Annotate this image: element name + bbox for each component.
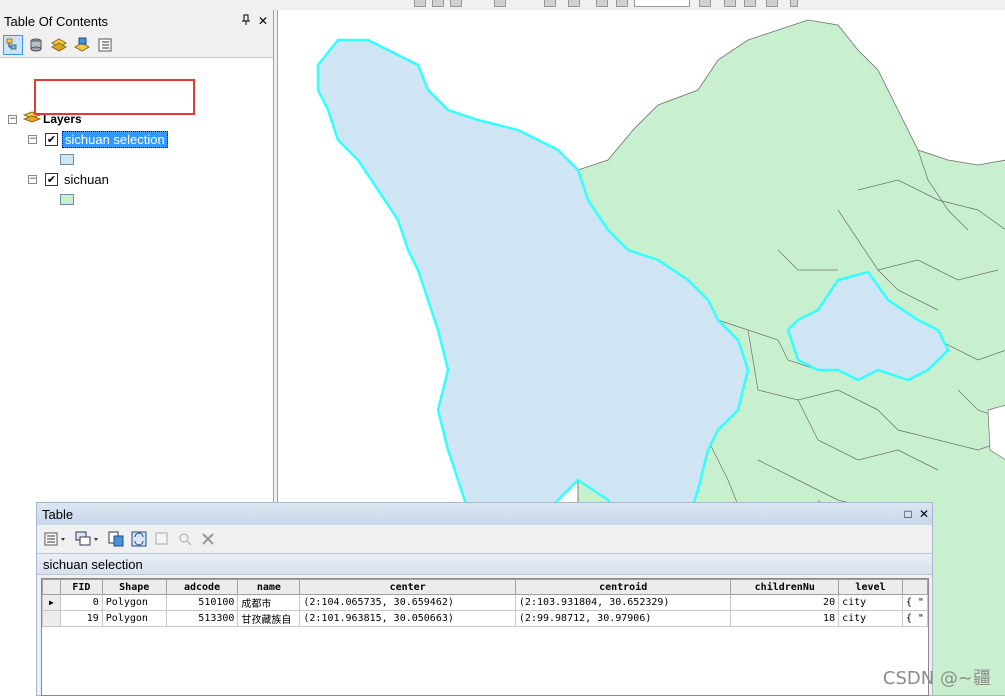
cell-level[interactable]: city bbox=[838, 594, 903, 611]
attribute-table: FID Shape adcode name center centroid ch… bbox=[42, 579, 928, 627]
toolbar-button[interactable] bbox=[766, 0, 778, 7]
cell-centroid[interactable]: (2:103.931804, 30.652329) bbox=[514, 594, 732, 611]
cell-fid[interactable]: 0 bbox=[59, 594, 103, 611]
list-by-source-icon[interactable] bbox=[26, 35, 46, 55]
layer-row-sichuan[interactable]: − ✔ sichuan bbox=[28, 170, 111, 188]
table-toolbar bbox=[37, 525, 932, 553]
list-by-visibility-icon[interactable] bbox=[49, 35, 69, 55]
toc-titlebar: Table Of Contents ✕ bbox=[0, 10, 273, 32]
select-by-attributes-icon[interactable] bbox=[106, 529, 126, 549]
options-icon[interactable] bbox=[95, 35, 115, 55]
table-tab-label: sichuan selection bbox=[43, 556, 143, 572]
cell-adcode[interactable]: 513300 bbox=[165, 610, 239, 627]
toolbar-button[interactable] bbox=[568, 0, 580, 7]
toc-title: Table Of Contents bbox=[4, 13, 109, 29]
cell-center[interactable]: (2:104.065735, 30.659462) bbox=[299, 594, 516, 611]
zoom-to-selected-icon[interactable] bbox=[175, 529, 195, 549]
cell-extra[interactable]: { " bbox=[901, 594, 928, 611]
collapse-icon[interactable]: − bbox=[28, 134, 37, 144]
cell-center[interactable]: (2:101.963815, 30.050663) bbox=[299, 610, 516, 627]
column-header-extra[interactable] bbox=[901, 579, 928, 595]
column-header-centroid[interactable]: centroid bbox=[514, 579, 732, 595]
layer-visibility-checkbox[interactable]: ✔ bbox=[45, 132, 58, 146]
cell-name[interactable]: 甘孜藏族自 bbox=[237, 610, 301, 627]
clear-selection-icon[interactable] bbox=[152, 529, 172, 549]
layer-tree: − Layers − ✔ sichuan selection − ✔ sichu… bbox=[0, 58, 273, 205]
cell-extra[interactable]: { " bbox=[901, 610, 928, 627]
collapse-icon[interactable]: − bbox=[28, 174, 37, 184]
cell-name[interactable]: 成都市 bbox=[237, 594, 301, 611]
cell-centroid[interactable]: (2:99.98712, 30.97906) bbox=[514, 610, 732, 627]
watermark-text: CSDN @~疆 bbox=[882, 668, 991, 689]
toolbar-button[interactable] bbox=[544, 0, 556, 7]
toolbar-overflow-button[interactable] bbox=[790, 0, 798, 7]
toolbar-button[interactable] bbox=[596, 0, 608, 7]
annotation-highlight-box bbox=[34, 79, 195, 115]
row-selector[interactable]: ▶ bbox=[42, 594, 61, 611]
related-tables-icon[interactable] bbox=[73, 529, 103, 549]
layer-symbol-swatch[interactable] bbox=[60, 154, 74, 165]
cell-fid[interactable]: 19 bbox=[59, 610, 103, 627]
column-header-center[interactable]: center bbox=[299, 579, 516, 595]
scale-box[interactable] bbox=[634, 0, 690, 7]
attribute-table-window: Table □ ✕ sichuan selection FID Shape ad… bbox=[36, 502, 933, 696]
layer-visibility-checkbox[interactable]: ✔ bbox=[45, 172, 58, 186]
row-selector-header[interactable] bbox=[42, 579, 61, 595]
layer-symbol-swatch[interactable] bbox=[60, 194, 74, 205]
list-by-selection-icon[interactable] bbox=[72, 35, 92, 55]
table-window-titlebar[interactable]: Table □ ✕ bbox=[37, 503, 932, 525]
main-toolbar-strip bbox=[274, 0, 1005, 10]
column-header-fid[interactable]: FID bbox=[59, 579, 103, 595]
close-icon[interactable]: ✕ bbox=[256, 14, 270, 28]
table-window-title: Table bbox=[42, 506, 74, 522]
column-header-level[interactable]: level bbox=[838, 579, 903, 595]
cell-level[interactable]: city bbox=[838, 610, 903, 627]
delete-selected-icon[interactable] bbox=[198, 529, 218, 549]
pin-icon[interactable] bbox=[239, 14, 253, 29]
table-header-row: FID Shape adcode name center centroid ch… bbox=[42, 579, 928, 595]
column-header-adcode[interactable]: adcode bbox=[165, 579, 239, 595]
restore-icon[interactable]: □ bbox=[900, 507, 916, 521]
attribute-grid[interactable]: FID Shape adcode name center centroid ch… bbox=[41, 578, 929, 696]
column-header-shape[interactable]: Shape bbox=[101, 579, 167, 595]
table-row[interactable]: 19 Polygon 513300 甘孜藏族自 (2:101.963815, 3… bbox=[42, 610, 928, 627]
collapse-icon[interactable]: − bbox=[8, 114, 17, 124]
table-options-icon[interactable] bbox=[42, 529, 70, 549]
switch-selection-icon[interactable] bbox=[129, 529, 149, 549]
toolbar-button[interactable] bbox=[432, 0, 444, 7]
cell-shape[interactable]: Polygon bbox=[101, 610, 167, 627]
cell-childrennu[interactable]: 18 bbox=[730, 610, 840, 627]
column-header-childrennu[interactable]: childrenNu bbox=[730, 579, 840, 595]
table-tab-sichuan-selection[interactable]: sichuan selection bbox=[37, 553, 932, 575]
layer-row-sichuan-selection[interactable]: − ✔ sichuan selection bbox=[28, 130, 168, 148]
row-selector[interactable] bbox=[42, 610, 61, 627]
toc-toolbar bbox=[0, 32, 273, 58]
toolbar-button[interactable] bbox=[494, 0, 506, 7]
toolbar-button[interactable] bbox=[450, 0, 462, 7]
layer-label[interactable]: sichuan bbox=[62, 172, 111, 187]
close-icon[interactable]: ✕ bbox=[916, 507, 932, 521]
cell-adcode[interactable]: 510100 bbox=[165, 594, 239, 611]
list-by-drawing-order-icon[interactable] bbox=[3, 34, 23, 55]
cell-shape[interactable]: Polygon bbox=[101, 594, 167, 611]
toolbar-button[interactable] bbox=[699, 0, 711, 7]
cell-childrennu[interactable]: 20 bbox=[730, 594, 840, 611]
toolbar-button[interactable] bbox=[724, 0, 736, 7]
toolbar-button[interactable] bbox=[744, 0, 756, 7]
toolbar-button[interactable] bbox=[414, 0, 426, 7]
column-header-name[interactable]: name bbox=[237, 579, 301, 595]
toolbar-button[interactable] bbox=[616, 0, 628, 7]
table-row[interactable]: ▶ 0 Polygon 510100 成都市 (2:104.065735, 30… bbox=[42, 594, 928, 611]
layer-label[interactable]: sichuan selection bbox=[62, 130, 168, 148]
